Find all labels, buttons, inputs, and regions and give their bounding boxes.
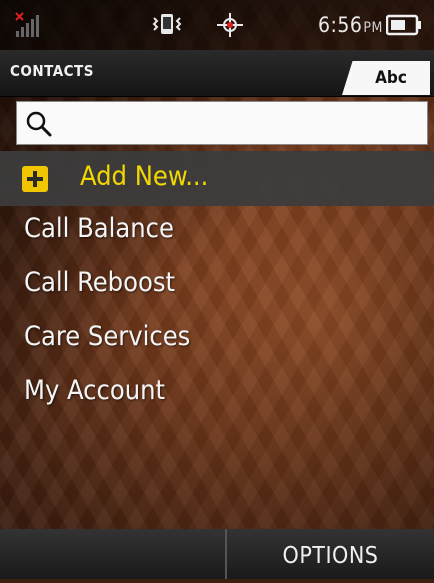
battery-icon bbox=[386, 14, 421, 36]
list-item[interactable]: Care Services bbox=[0, 313, 434, 367]
gps-icon bbox=[217, 13, 243, 37]
options-softkey[interactable]: OPTIONS bbox=[227, 529, 434, 579]
page-title: CONTACTS bbox=[10, 62, 94, 80]
list-item[interactable]: Call Reboost bbox=[0, 259, 434, 313]
vibrate-icon bbox=[152, 14, 182, 34]
add-new-label: Add New... bbox=[80, 161, 209, 192]
no-signal-icon bbox=[15, 12, 39, 37]
header: CONTACTS Abc bbox=[0, 50, 434, 97]
input-mode-tab[interactable]: Abc bbox=[342, 61, 430, 95]
clock: 6:56PM bbox=[318, 12, 383, 38]
list-item[interactable]: Call Balance bbox=[0, 205, 434, 259]
add-new-item[interactable]: Add New... bbox=[0, 151, 434, 206]
search-input[interactable] bbox=[16, 101, 428, 145]
list-item-label: My Account bbox=[24, 375, 166, 406]
left-softkey[interactable] bbox=[0, 529, 227, 579]
list-item[interactable]: My Account bbox=[0, 367, 434, 421]
status-bar: 6:56PM bbox=[0, 0, 434, 50]
list-item-label: Care Services bbox=[24, 321, 191, 352]
search-icon bbox=[26, 111, 52, 137]
list-item-label: Call Balance bbox=[24, 213, 174, 244]
plus-icon bbox=[22, 166, 48, 192]
clock-time: 6:56 bbox=[318, 13, 363, 37]
clock-ampm: PM bbox=[363, 20, 383, 36]
list-item-label: Call Reboost bbox=[24, 267, 175, 298]
softkey-bar: OPTIONS bbox=[0, 529, 434, 579]
